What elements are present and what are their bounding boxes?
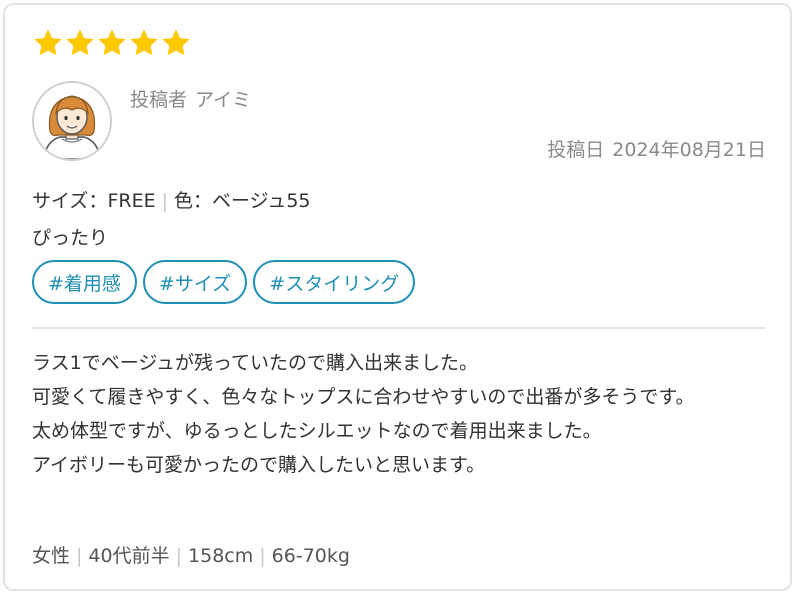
review-body-line: 太め体型ですが、ゆるっとしたシルエットなので着用出来ました。: [32, 420, 602, 442]
review-body: ラス1でベージュが残っていたので購入出来ました。 可愛くて履きやすく、色々なトッ…: [32, 346, 767, 482]
poster-info: 投稿者 アイミ: [130, 85, 251, 112]
reviewer-profile: 女性 | 40代前半 | 158cm | 66-70kg: [32, 541, 350, 568]
profile-age: 40代前半: [88, 545, 170, 567]
review-body-line: 可愛くて履きやすく、色々なトップスに合わせやすいので出番が多そうです。: [32, 386, 695, 408]
color-value: ベージュ55: [212, 190, 311, 212]
profile-gender: 女性: [32, 545, 71, 567]
purchase-specs: サイズ：FREE | 色：ベージュ55: [32, 186, 311, 213]
post-date-label: 投稿日: [547, 139, 605, 161]
profile-weight: 66-70kg: [271, 545, 350, 567]
star-icon: [34, 29, 62, 56]
tag-list: #着用感 #サイズ #スタイリング: [32, 260, 416, 304]
star-icon: [162, 29, 190, 56]
color-label: 色: [174, 190, 194, 212]
poster-label: 投稿者: [130, 89, 188, 111]
size-value: FREE: [107, 190, 156, 212]
star-rating: [32, 27, 192, 59]
star-icon: [130, 29, 158, 56]
tag-chip-styling[interactable]: #スタイリング: [253, 260, 416, 304]
size-colon: ：: [88, 190, 108, 212]
profile-separator: |: [259, 545, 266, 567]
review-body-line: アイボリーも可愛かったので購入したいと思います。: [32, 454, 486, 476]
fit-text: ぴったり: [32, 227, 109, 249]
profile-separator: |: [175, 545, 183, 567]
avatar: [32, 81, 112, 161]
tag-chip-fit-feel[interactable]: #着用感: [32, 260, 137, 304]
woman-avatar-icon: [34, 83, 110, 159]
review-body-line: ラス1でベージュが残っていたので購入出来ました。: [32, 352, 479, 374]
color-colon: ：: [193, 190, 213, 212]
size-label: サイズ: [32, 190, 89, 212]
review-card: 投稿者 アイミ 投稿日 2024年08月21日 サイズ：FREE | 色：ベージュ55 …: [3, 3, 792, 591]
post-date: 投稿日 2024年08月21日: [547, 135, 766, 162]
post-date-value: 2024年08月21日: [612, 139, 766, 161]
star-icon: [66, 29, 94, 56]
specs-separator: |: [161, 190, 168, 212]
profile-separator: |: [76, 545, 83, 567]
poster-name: アイミ: [195, 89, 252, 111]
tag-chip-size[interactable]: #サイズ: [142, 260, 248, 304]
profile-height: 158cm: [188, 545, 254, 567]
star-icon: [98, 29, 126, 56]
divider: [32, 327, 766, 329]
